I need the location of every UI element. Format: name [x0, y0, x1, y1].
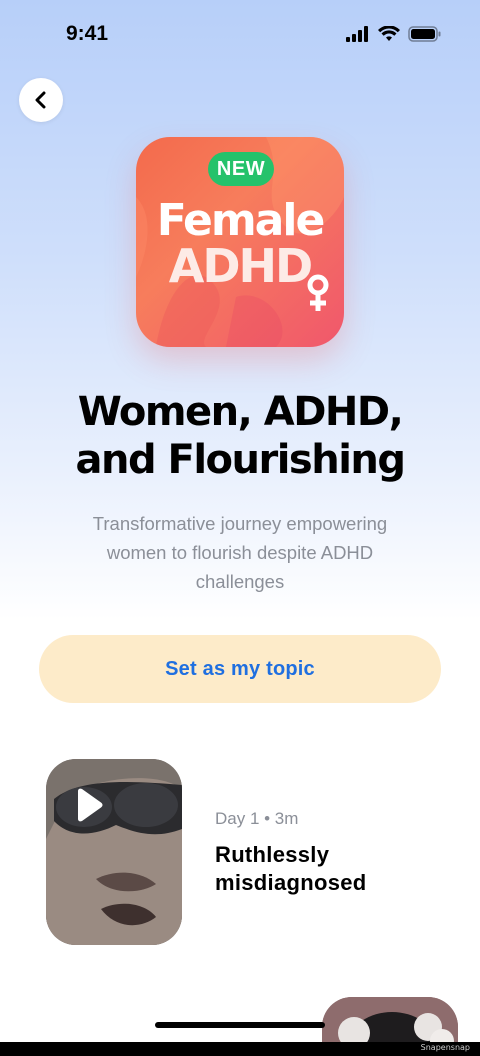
subtitle-line3: challenges [195, 571, 285, 592]
lesson-title-line1: Ruthlessly [215, 842, 330, 867]
subtitle-line1: Transformative journey empowering [92, 513, 388, 534]
lesson-thumbnail-image [46, 759, 182, 945]
home-indicator [155, 1022, 325, 1028]
status-time: 9:41 [66, 22, 109, 45]
page-title-line2: and Flourishing [75, 437, 406, 483]
lesson-thumbnail[interactable] [46, 759, 182, 945]
chevron-left-icon [35, 91, 46, 109]
watermark: Snapensnap [420, 1043, 470, 1052]
set-topic-button[interactable]: Set as my topic [39, 635, 441, 703]
play-icon [78, 788, 103, 822]
topic-cover-image: NEW Female ADHD [136, 137, 344, 347]
page-subtitle: Transformative journey empowering women … [60, 509, 420, 596]
status-icons [346, 26, 442, 42]
back-button[interactable] [19, 78, 63, 122]
new-badge: NEW [208, 152, 274, 186]
bottom-strip [0, 1042, 480, 1056]
lesson-item[interactable]: Day 1 • 3m Ruthlessly misdiagnosed [46, 759, 446, 945]
cellular-signal-icon [346, 26, 368, 42]
subtitle-line2: women to flourish despite ADHD [106, 542, 374, 563]
battery-icon [408, 26, 441, 42]
female-symbol-icon [307, 274, 329, 311]
lesson-title: Ruthlessly misdiagnosed [215, 841, 435, 897]
page-title-line1: Women, ADHD, [77, 389, 404, 435]
status-bar: 9:41 [0, 0, 480, 70]
lesson-meta: Day 1 • 3m [215, 809, 299, 828]
lesson-title-line2: misdiagnosed [215, 870, 367, 895]
page-title: Women, ADHD, and Flourishing [0, 388, 480, 484]
wifi-icon [378, 26, 400, 41]
